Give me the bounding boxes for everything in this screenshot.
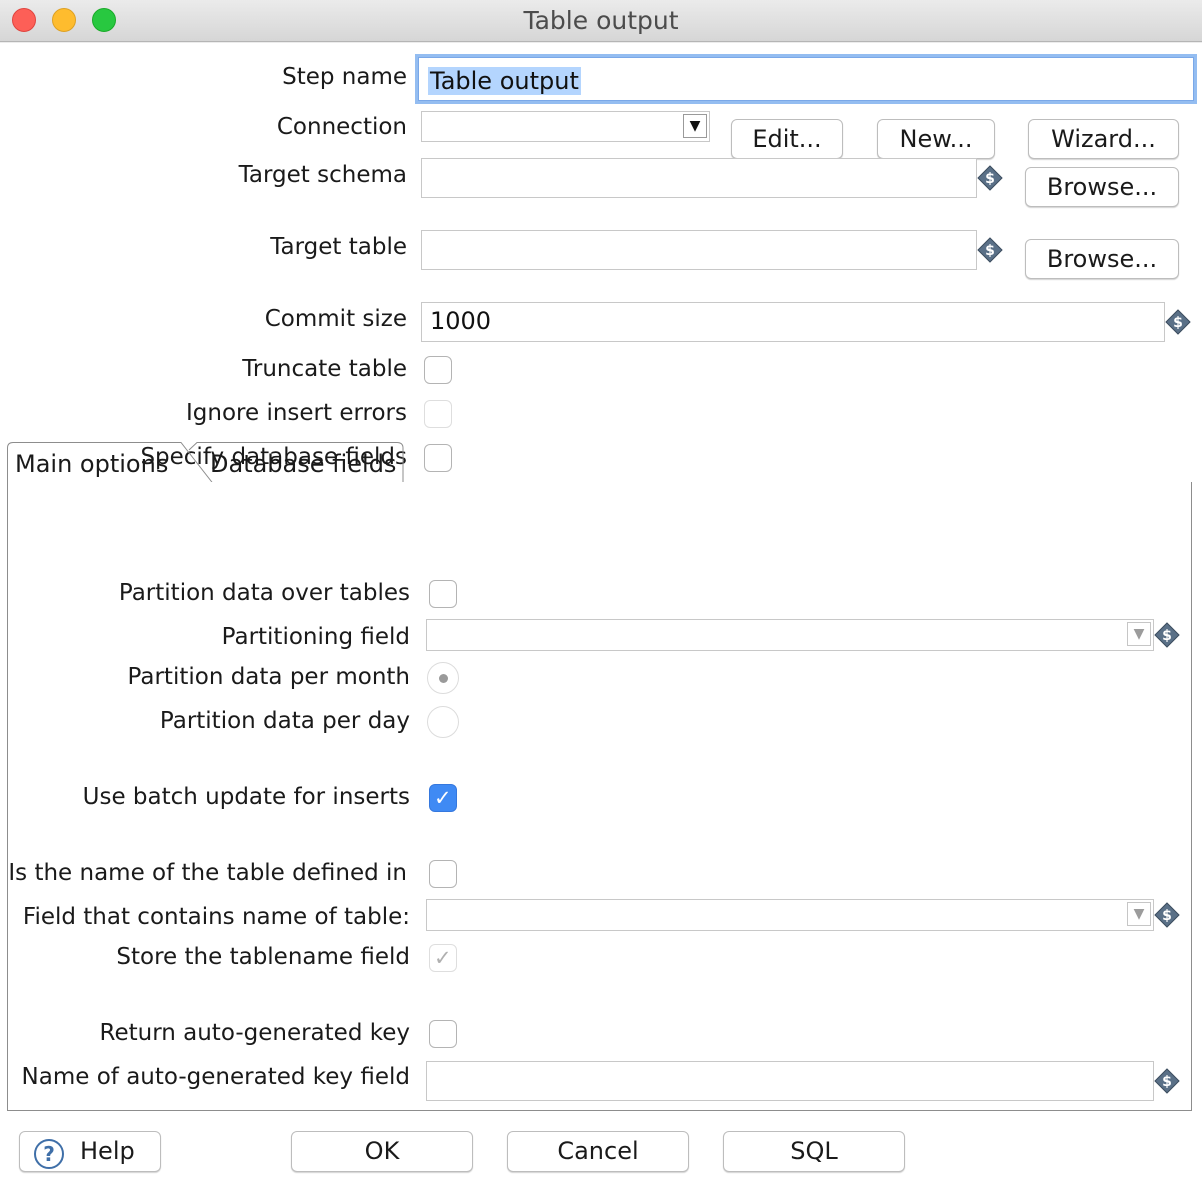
svg-text:$: $ — [985, 243, 995, 259]
ignore-insert-errors-checkbox[interactable] — [424, 400, 452, 428]
variable-dollar-icon[interactable]: $ — [1165, 309, 1191, 335]
step-name-label: Step name — [282, 64, 407, 90]
table-name-in-field-label: Is the name of the table defined in — [8, 860, 407, 886]
cancel-button[interactable]: Cancel — [507, 1131, 689, 1172]
ignore-insert-errors-label: Ignore insert errors — [186, 400, 407, 426]
svg-text:$: $ — [1162, 628, 1172, 644]
tab-main-options[interactable]: Main options — [7, 442, 176, 484]
edit-connection-button[interactable]: Edit... — [731, 119, 843, 159]
checkmark-icon: ✓ — [434, 946, 452, 970]
radio-selected-dot — [439, 674, 448, 683]
partition-per-day-radio[interactable] — [427, 706, 459, 738]
field-with-table-name-label: Field that contains name of table: — [22, 904, 410, 930]
browse-schema-button[interactable]: Browse... — [1025, 167, 1179, 207]
partition-over-tables-label: Partition data over tables — [118, 580, 410, 606]
wizard-button[interactable]: Wizard... — [1028, 119, 1179, 159]
partition-over-tables-checkbox[interactable] — [429, 580, 457, 608]
target-table-input[interactable] — [421, 230, 977, 270]
variable-dollar-icon[interactable]: $ — [1154, 1068, 1180, 1094]
window-title: Table output — [523, 6, 679, 35]
target-table-label: Target table — [270, 234, 407, 260]
commit-size-value: 1000 — [430, 307, 492, 335]
batch-update-label: Use batch update for inserts — [82, 784, 410, 810]
store-tablename-checkbox[interactable]: ✓ — [429, 944, 457, 972]
target-schema-input[interactable] — [421, 158, 977, 198]
window-titlebar: Table output — [0, 0, 1202, 42]
truncate-table-checkbox[interactable] — [424, 356, 452, 384]
return-key-label: Return auto-generated key — [99, 1020, 411, 1046]
main-options-panel: Partition data over tables Partitioning … — [7, 482, 1192, 1111]
tab-strip: Main options Database fields — [7, 442, 1192, 484]
connection-select[interactable]: ▼ — [421, 111, 710, 142]
svg-text:$: $ — [1162, 1074, 1172, 1090]
variable-dollar-icon[interactable]: $ — [977, 165, 1003, 191]
browse-table-button[interactable]: Browse... — [1025, 239, 1179, 279]
partition-per-month-label: Partition data per month — [127, 664, 410, 690]
commit-size-input[interactable]: 1000 — [421, 302, 1165, 342]
connection-label: Connection — [276, 114, 407, 140]
partitioning-field-select[interactable]: ▼ — [426, 619, 1154, 651]
help-button[interactable]: ? Help — [19, 1131, 161, 1172]
checkmark-icon: ✓ — [434, 786, 452, 810]
help-button-label: Help — [80, 1137, 135, 1165]
svg-text:$: $ — [985, 171, 995, 187]
store-tablename-label: Store the tablename field — [116, 944, 410, 970]
tab-database-fields[interactable]: Database fields — [202, 442, 404, 484]
commit-size-label: Commit size — [264, 306, 407, 332]
return-key-checkbox[interactable] — [429, 1020, 457, 1048]
batch-update-checkbox[interactable]: ✓ — [429, 784, 457, 812]
variable-dollar-icon[interactable]: $ — [1154, 622, 1180, 648]
sql-button[interactable]: SQL — [723, 1131, 905, 1172]
field-with-table-name-select[interactable]: ▼ — [426, 899, 1154, 931]
help-question-icon: ? — [34, 1139, 64, 1169]
svg-text:$: $ — [1162, 908, 1172, 924]
dropdown-arrow-icon[interactable]: ▼ — [1127, 622, 1151, 646]
step-name-value: Table output — [428, 67, 581, 95]
partitioning-field-label: Partitioning field — [221, 624, 410, 650]
variable-dollar-icon[interactable]: $ — [1154, 902, 1180, 928]
dropdown-arrow-icon[interactable]: ▼ — [683, 114, 707, 138]
svg-text:$: $ — [1173, 315, 1183, 331]
key-field-name-input[interactable] — [426, 1061, 1154, 1101]
variable-dollar-icon[interactable]: $ — [977, 237, 1003, 263]
new-connection-button[interactable]: New... — [877, 119, 995, 159]
ok-button[interactable]: OK — [291, 1131, 473, 1172]
truncate-table-label: Truncate table — [242, 356, 407, 382]
tab-outline — [7, 442, 1192, 484]
table-name-in-field-checkbox[interactable] — [429, 860, 457, 888]
partition-per-day-label: Partition data per day — [159, 708, 410, 734]
key-field-name-label: Name of auto-generated key field — [21, 1064, 410, 1090]
step-name-input[interactable]: Table output — [415, 54, 1197, 104]
dropdown-arrow-icon[interactable]: ▼ — [1127, 902, 1151, 926]
target-schema-label: Target schema — [238, 162, 407, 188]
partition-per-month-radio[interactable] — [427, 662, 459, 694]
